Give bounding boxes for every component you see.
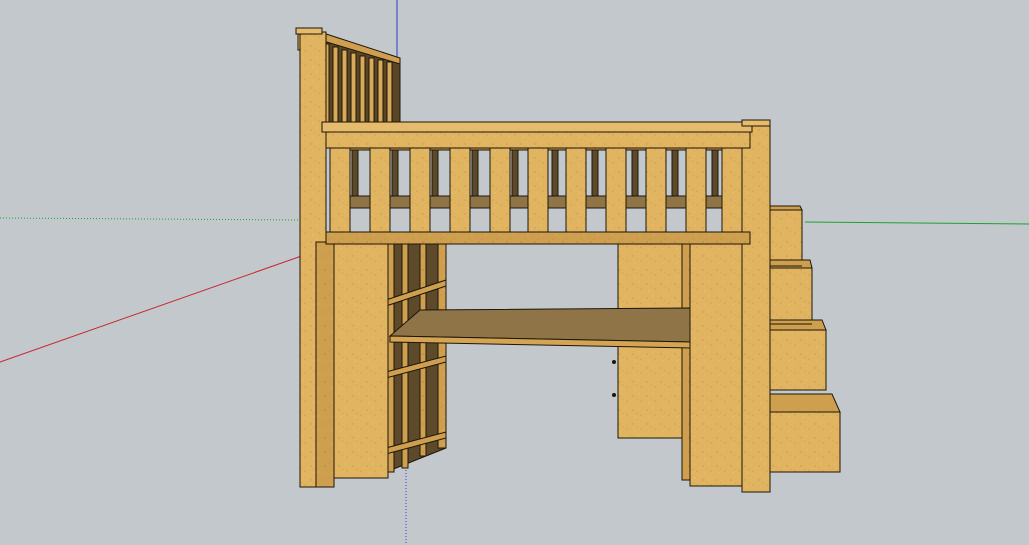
red-axis: [0, 245, 331, 363]
viewport-canvas[interactable]: [0, 0, 1029, 545]
headboard: [319, 31, 401, 125]
model-axes: [0, 0, 1029, 545]
bed-front-guardrail: [321, 121, 753, 245]
desk[interactable]: [388, 307, 693, 349]
3d-viewport[interactable]: [0, 0, 1029, 545]
staircase[interactable]: [763, 205, 841, 473]
right-post-cap: [741, 119, 771, 127]
green-axis-dotted: [0, 217, 301, 221]
desk-drawer-cabinet: [612, 239, 699, 481]
loft-bed-model[interactable]: [295, 27, 841, 493]
left-post-cap: [295, 27, 323, 35]
bookshelf: [385, 241, 447, 473]
green-axis: [804, 221, 1029, 225]
